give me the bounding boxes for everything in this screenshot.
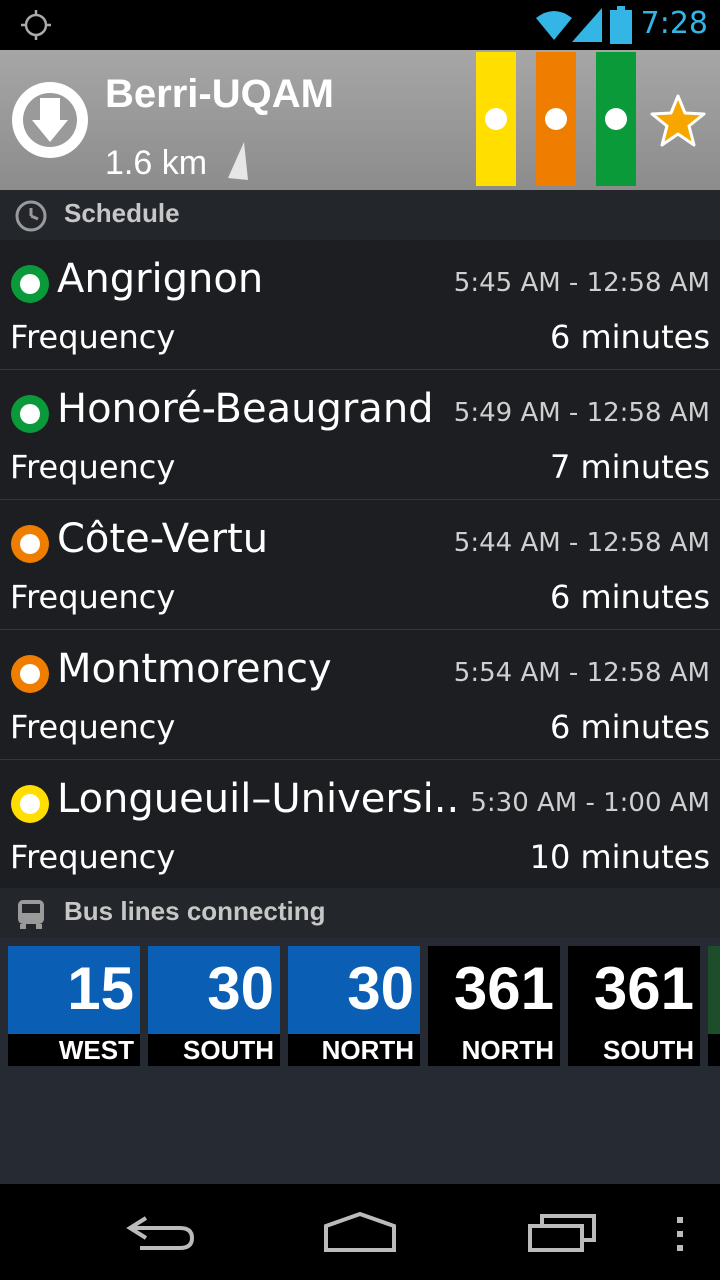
line-indicator-icon <box>11 395 49 433</box>
wifi-icon <box>536 11 572 40</box>
bus-number-block: 30 <box>288 946 420 1034</box>
location-icon <box>21 10 51 40</box>
service-hours: 5:54 AM - 12:58 AM <box>453 658 710 688</box>
bus-number: 361 <box>453 955 554 1022</box>
bus-number-block: 361 <box>568 946 700 1034</box>
line-indicator-icon <box>11 655 49 693</box>
destination-name: Angrignon <box>57 256 264 302</box>
schedule-row[interactable]: Angrignon 5:45 AM - 12:58 AM Frequency 6 mi… <box>0 240 720 370</box>
bus-direction: NORTH <box>321 1035 414 1065</box>
schedule-row[interactable]: Honoré-Beaugrand 5:49 AM - 12:58 AM Freque… <box>0 370 720 500</box>
status-bar: 7:28 <box>0 0 720 50</box>
line-indicator-icon <box>11 525 49 563</box>
station-name: Berri-UQAM <box>105 72 334 116</box>
frequency-value: 7 minutes <box>549 448 710 486</box>
bus-lines-label: Bus lines connecting <box>64 896 326 926</box>
service-hours: 5:30 AM - 1:00 AM <box>470 788 710 818</box>
home-icon[interactable] <box>322 1212 398 1254</box>
bus-direction: SOUTH <box>603 1035 694 1065</box>
frequency-label: Frequency <box>10 708 176 746</box>
bus-line-tile[interactable]: 30 SOUTH <box>148 946 280 1066</box>
bus-direction: NORTH <box>461 1035 554 1065</box>
clock-icon <box>15 200 47 232</box>
frequency-value: 6 minutes <box>549 578 710 616</box>
bus-number: 361 <box>593 955 694 1022</box>
battery-icon <box>610 6 632 44</box>
star-icon[interactable] <box>650 94 706 148</box>
more-bus-tiles-edge <box>708 946 720 1066</box>
bus-line-tile[interactable]: 361 NORTH <box>428 946 560 1066</box>
bus-line-tile[interactable]: 361 SOUTH <box>568 946 700 1066</box>
bus-number-block: 30 <box>148 946 280 1034</box>
station-distance: 1.6 km <box>105 144 208 182</box>
bus-line-tile[interactable]: 15 WEST <box>8 946 140 1066</box>
destination-name: Côte-Vertu <box>57 516 269 562</box>
destination-name: Montmorency <box>57 646 332 692</box>
metro-logo-icon <box>12 82 88 158</box>
station-header: Berri-UQAM 1.6 km <box>0 50 720 190</box>
line-indicator-icon <box>11 785 49 823</box>
destination-name: Longueuil–Universi.. <box>57 776 460 822</box>
frequency-label: Frequency <box>10 578 176 616</box>
line-dot <box>605 108 627 130</box>
frequency-value: 6 minutes <box>549 318 710 356</box>
destination-name: Honoré-Beaugrand <box>57 386 434 432</box>
bus-number-block: 361 <box>428 946 560 1034</box>
bus-lines-area: 15 WEST 30 SOUTH 30 NORTH 361 NORTH 361 SOUTH <box>0 938 720 1184</box>
line-bar-yellow[interactable] <box>476 52 516 186</box>
service-hours: 5:45 AM - 12:58 AM <box>453 268 710 298</box>
schedule-row[interactable]: Montmorency 5:54 AM - 12:58 AM Frequency 6 … <box>0 630 720 760</box>
frequency-value: 10 minutes <box>529 838 710 876</box>
frequency-value: 6 minutes <box>549 708 710 746</box>
frequency-label: Frequency <box>10 838 176 876</box>
compass-arrow-icon <box>228 142 248 180</box>
signal-icon <box>572 8 602 42</box>
recent-apps-icon[interactable] <box>526 1214 598 1254</box>
service-hours: 5:44 AM - 12:58 AM <box>453 528 710 558</box>
line-dot <box>485 108 507 130</box>
bus-section-header: Bus lines connecting <box>0 888 720 939</box>
schedule-row[interactable]: Longueuil–Universi.. 5:30 AM - 1:00 AM Fre… <box>0 760 720 890</box>
bus-icon <box>18 900 44 929</box>
clock: 7:28 <box>640 6 708 41</box>
navigation-bar <box>0 1184 720 1280</box>
line-indicator-icon <box>11 265 49 303</box>
bus-number: 15 <box>67 955 134 1022</box>
bus-number-block: 15 <box>8 946 140 1034</box>
schedule-row[interactable]: Côte-Vertu 5:44 AM - 12:58 AM Frequency 6 m… <box>0 500 720 630</box>
frequency-label: Frequency <box>10 448 176 486</box>
bus-number: 30 <box>347 955 414 1022</box>
bus-direction: WEST <box>58 1035 134 1065</box>
bus-line-tile[interactable]: 30 NORTH <box>288 946 420 1066</box>
bus-direction: SOUTH <box>183 1035 274 1065</box>
bus-number: 30 <box>207 955 274 1022</box>
line-bar-green[interactable] <box>596 52 636 186</box>
schedule-section-header: Schedule <box>0 190 720 241</box>
back-icon[interactable] <box>124 1214 196 1254</box>
menu-icon[interactable] <box>674 1216 686 1254</box>
schedule-label: Schedule <box>64 198 180 228</box>
line-bar-orange[interactable] <box>536 52 576 186</box>
line-dot <box>545 108 567 130</box>
service-hours: 5:49 AM - 12:58 AM <box>453 398 710 428</box>
frequency-label: Frequency <box>10 318 176 356</box>
